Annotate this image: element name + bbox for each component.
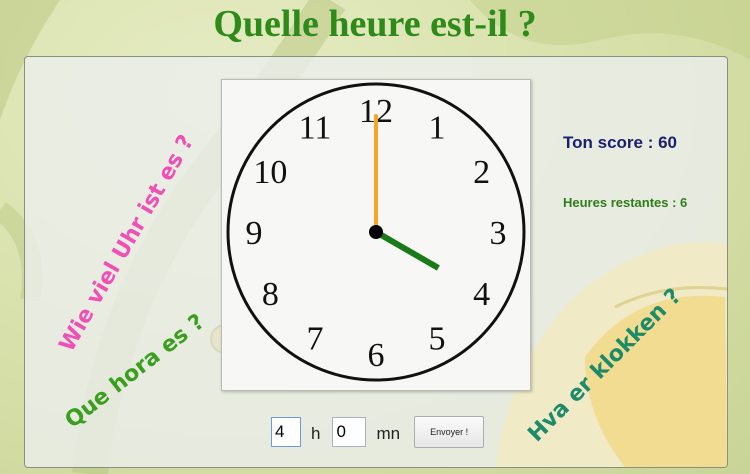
clock-center-pin: [369, 225, 383, 239]
game-panel: Wie viel Uhr ist es ? Que hora es ? Hva …: [24, 56, 728, 468]
page-title: Quelle heure est-il ?: [213, 3, 537, 45]
analog-clock: 12 1234567891011: [226, 82, 526, 382]
clock-numeral-8: 8: [262, 276, 279, 313]
score-display: Ton score : 60: [563, 133, 677, 152]
remaining-hours: Heures restantes : 6: [563, 195, 688, 210]
minutes-unit-label: mn: [376, 424, 401, 443]
clock-numeral-11: 11: [299, 109, 332, 146]
answer-form: h mn Envoyer !: [271, 415, 485, 449]
hour-hand: [374, 229, 440, 271]
clock-container: 12 1 2 3 4 5 6 7 8 9 10 11: [221, 79, 531, 391]
hours-unit-label: h: [311, 424, 321, 443]
submit-button[interactable]: Envoyer !: [414, 416, 485, 448]
clock-numeral-5: 5: [429, 321, 446, 358]
clock-numeral-7: 7: [307, 321, 324, 358]
hours-input[interactable]: [271, 417, 301, 447]
minutes-input[interactable]: [332, 417, 367, 447]
clock-numeral-1: 1: [429, 109, 446, 146]
clock-numeral-3: 3: [490, 215, 507, 252]
clock-numeral-9: 9: [246, 215, 263, 252]
clock-numeral-4: 4: [473, 276, 490, 313]
clock-numeral-10: 10: [253, 154, 287, 191]
clock-numeral-2: 2: [473, 154, 490, 191]
clock-numeral-6: 6: [368, 337, 385, 374]
